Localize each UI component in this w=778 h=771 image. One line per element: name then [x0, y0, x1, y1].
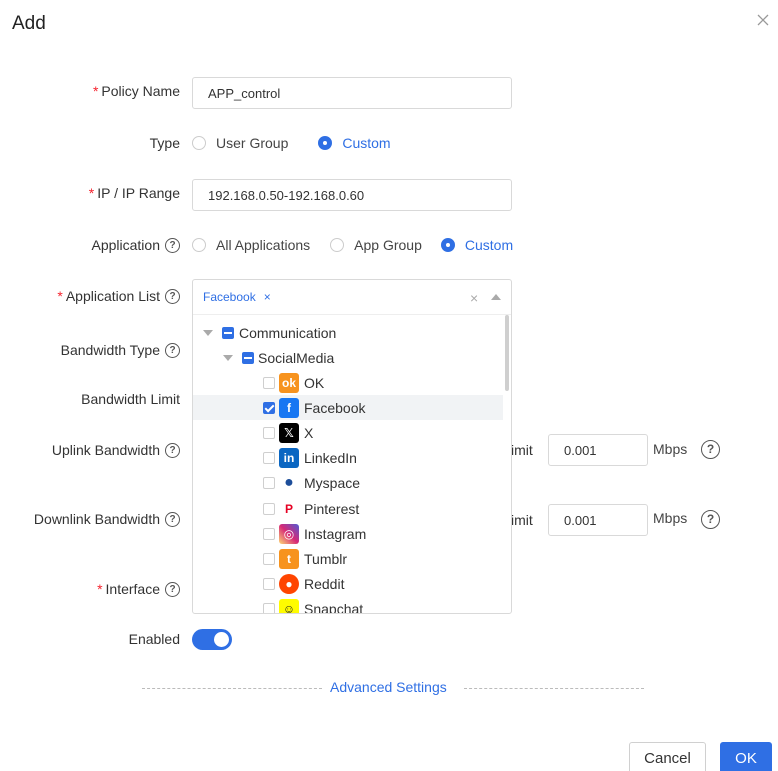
- instagram-icon: ◎: [279, 523, 299, 544]
- tree-node-app[interactable]: f Facebook: [193, 395, 503, 421]
- tag-remove-icon[interactable]: ×: [264, 290, 271, 304]
- type-custom-radio[interactable]: Custom: [318, 135, 391, 151]
- downlink-unit: Mbps: [653, 510, 688, 526]
- checkbox-icon[interactable]: [263, 502, 275, 515]
- tree-node-app[interactable]: in LinkedIn: [193, 446, 503, 471]
- ip-range-input[interactable]: 192.168.0.50-192.168.0.60: [192, 179, 512, 211]
- app-name-label: Instagram: [304, 525, 367, 542]
- tumblr-icon: t: [279, 548, 299, 569]
- tree-node-app[interactable]: ok OK: [193, 370, 503, 395]
- linkedin-icon: in: [279, 448, 299, 469]
- help-icon[interactable]: ?: [165, 237, 180, 253]
- application-list-label: * Application List?: [57, 288, 180, 304]
- selected-tag: Facebook ×: [203, 290, 271, 304]
- checkbox-icon[interactable]: [263, 603, 275, 613]
- downlink-label: Downlink Bandwidth?: [34, 511, 180, 527]
- app-name-label: LinkedIn: [304, 450, 357, 467]
- tree-node-app[interactable]: 𝕏X: [193, 420, 503, 445]
- checkbox-icon[interactable]: [263, 578, 275, 591]
- help-icon[interactable]: ?: [701, 440, 720, 459]
- help-icon[interactable]: ?: [165, 581, 180, 597]
- policy-name-input[interactable]: APP_control: [192, 77, 512, 109]
- application-radio-group: All Applications App Group Custom: [192, 237, 513, 253]
- help-icon[interactable]: ?: [165, 288, 180, 304]
- scrollbar[interactable]: [505, 315, 509, 391]
- checkbox-icon[interactable]: [263, 452, 275, 465]
- policy-name-label: * Policy Name: [92, 83, 180, 99]
- reddit-icon: ●: [279, 574, 299, 595]
- facebook-icon: f: [279, 397, 299, 418]
- help-icon[interactable]: ?: [701, 510, 720, 529]
- myspace-icon: ●: [284, 474, 294, 492]
- help-icon[interactable]: ?: [165, 511, 180, 527]
- ip-range-label: * IP / IP Range: [88, 185, 180, 201]
- downlink-limit-input[interactable]: 0.001: [548, 504, 648, 536]
- close-icon[interactable]: [756, 13, 770, 27]
- uplink-unit: Mbps: [653, 441, 688, 457]
- required-asterisk: *: [92, 83, 99, 99]
- bandwidth-type-label: Bandwidth Type?: [61, 342, 180, 358]
- application-label: Application?: [92, 237, 180, 253]
- help-icon[interactable]: ?: [165, 342, 180, 358]
- uplink-label: Uplink Bandwidth?: [52, 442, 180, 458]
- app-name-label: X: [304, 424, 314, 441]
- tree-node-app[interactable]: P Pinterest: [193, 496, 503, 521]
- ok-button[interactable]: OK: [720, 742, 772, 771]
- type-label: Type: [149, 135, 180, 151]
- tree-node-app[interactable]: ◎ Instagram: [193, 521, 503, 546]
- application-list-dropdown[interactable]: Facebook × × Communication SocialMedia o…: [192, 279, 512, 614]
- checkbox-checked-icon[interactable]: [263, 401, 275, 414]
- dialog-title: Add: [12, 13, 46, 34]
- uplink-limit-partial-label: imit: [511, 442, 533, 458]
- advanced-settings-link[interactable]: Advanced Settings: [330, 679, 447, 695]
- app-name-label: Reddit: [304, 576, 345, 593]
- app-name-label: Myspace: [304, 475, 361, 492]
- pinterest-icon: P: [284, 501, 293, 516]
- enabled-toggle[interactable]: [192, 629, 232, 650]
- x-icon: 𝕏: [279, 422, 299, 443]
- tree-node-app[interactable]: ● Myspace: [193, 471, 503, 496]
- tree-node-app[interactable]: ● Reddit: [193, 572, 503, 597]
- expand-icon[interactable]: [203, 329, 213, 336]
- checkbox-icon[interactable]: [263, 477, 275, 490]
- app-name-label: Tumblr: [304, 550, 348, 567]
- partial-check-icon[interactable]: [242, 351, 254, 364]
- cancel-button[interactable]: Cancel: [629, 742, 706, 771]
- application-custom-radio[interactable]: Custom: [440, 237, 513, 253]
- checkbox-icon[interactable]: [263, 552, 275, 565]
- app-name-label: Snapchat: [304, 601, 364, 613]
- expand-icon[interactable]: [223, 354, 233, 361]
- tree-node-socialmedia[interactable]: SocialMedia: [193, 345, 503, 370]
- application-tree: Communication SocialMedia ok OK f Facebook 𝕏…: [193, 315, 511, 613]
- tree-node-communication[interactable]: Communication: [193, 320, 503, 345]
- ok-icon: ok: [279, 372, 299, 393]
- divider: [142, 688, 322, 689]
- application-group-radio[interactable]: App Group: [330, 237, 422, 253]
- application-all-radio[interactable]: All Applications: [192, 237, 310, 253]
- tree-node-app[interactable]: t Tumblr: [193, 546, 503, 571]
- checkbox-icon[interactable]: [263, 527, 275, 540]
- uplink-limit-input[interactable]: 0.001: [548, 434, 648, 466]
- help-icon[interactable]: ?: [165, 442, 180, 458]
- application-list-select-head[interactable]: Facebook × ×: [193, 280, 511, 315]
- app-name-label: OK: [304, 374, 325, 391]
- clear-icon[interactable]: ×: [470, 290, 478, 306]
- interface-label: * Interface?: [97, 581, 180, 597]
- checkbox-icon[interactable]: [263, 376, 275, 389]
- downlink-limit-partial-label: imit: [511, 512, 533, 528]
- chevron-up-icon[interactable]: [491, 294, 501, 300]
- divider: [464, 688, 644, 689]
- app-name-label: Facebook: [304, 399, 366, 416]
- checkbox-icon[interactable]: [263, 426, 275, 439]
- type-user-group-radio[interactable]: User Group: [192, 135, 288, 151]
- app-name-label: Pinterest: [304, 500, 360, 517]
- tree-node-app[interactable]: ☺ Snapchat: [193, 597, 503, 613]
- partial-check-icon[interactable]: [222, 326, 234, 339]
- type-radio-group: User Group Custom: [192, 135, 391, 151]
- bandwidth-limit-label: Bandwidth Limit: [81, 391, 180, 407]
- snapchat-icon: ☺: [279, 599, 299, 613]
- enabled-label: Enabled: [128, 631, 180, 647]
